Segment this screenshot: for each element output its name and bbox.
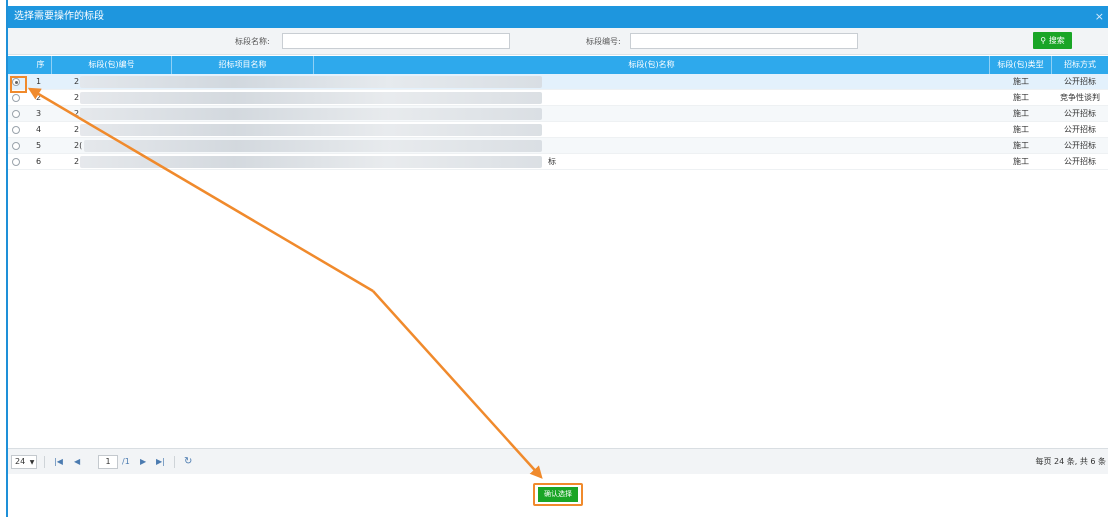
select-section-dialog: 选择需要操作的标段 × 标段名称: 标段编号: ⚲ 搜索 序 标段(包)编号 招… [0, 0, 1108, 517]
arrow-to-confirm [372, 290, 543, 479]
annotation-arrows [27, 87, 543, 479]
arrow-to-radio [27, 87, 374, 293]
